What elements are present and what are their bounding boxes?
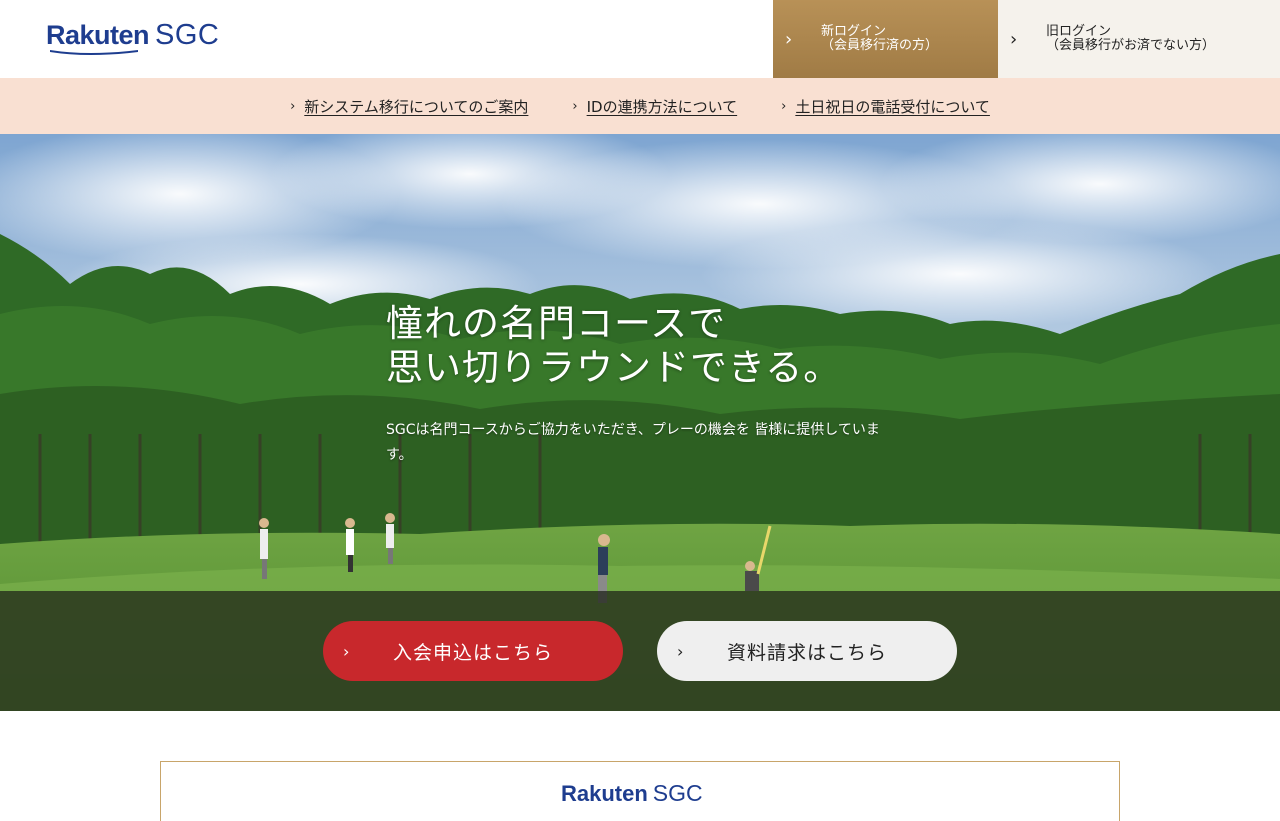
rakuten-sgc-logo[interactable]: Rakuten SGC	[46, 19, 220, 55]
join-application-button[interactable]: › 入会申込はこちら	[323, 621, 623, 681]
new-login-button[interactable]: › 新ログイン （会員移行済の方）	[773, 0, 998, 78]
intro-card: Rakuten SGC	[160, 761, 1120, 821]
notice-link-label: 土日祝日の電話受付について	[795, 97, 990, 116]
notice-link-label: IDの連携方法について	[586, 97, 738, 116]
notice-link-label: 新システム移行についてのご案内	[304, 97, 529, 116]
hero-subtitle: SGCは名門コースからご協力をいただき、プレーの機会を 皆様に提供しています。	[386, 422, 880, 463]
card-logo-rakuten: Rakuten	[561, 781, 648, 806]
card-logo-sgc: SGC	[652, 780, 703, 806]
chevron-right-icon: ›	[781, 98, 787, 114]
logo-swoosh-icon	[50, 50, 138, 55]
card-logo: Rakuten SGC	[561, 780, 703, 807]
notice-link-weekend-phone[interactable]: › 土日祝日の電話受付について	[781, 96, 990, 117]
chevron-right-icon: ›	[343, 641, 351, 661]
document-request-button[interactable]: › 資料請求はこちら	[657, 621, 957, 681]
cta-band	[0, 591, 1280, 711]
chevron-right-icon: ›	[785, 28, 793, 50]
new-login-sublabel: （会員移行済の方）	[821, 38, 939, 53]
join-application-label: 入会申込はこちら	[392, 641, 553, 664]
notice-bar: › 新システム移行についてのご案内 › IDの連携方法について › 土日祝日の電…	[0, 78, 1280, 134]
old-login-button[interactable]: › 旧ログイン （会員移行がお済でない方）	[998, 0, 1280, 78]
old-login-sublabel: （会員移行がお済でない方）	[1046, 38, 1216, 53]
document-request-label: 資料請求はこちら	[726, 641, 887, 664]
new-login-label: 新ログイン	[821, 24, 887, 39]
chevron-right-icon: ›	[1010, 28, 1018, 50]
notice-link-new-system[interactable]: › 新システム移行についてのご案内	[290, 96, 528, 117]
notice-link-id-linking[interactable]: › IDの連携方法について	[572, 96, 737, 117]
hero-section: 憧れの名門コースで 思い切りラウンドできる。 SGCは名門コースからご協力をいた…	[0, 134, 1280, 711]
chevron-right-icon: ›	[572, 98, 578, 114]
chevron-right-icon: ›	[290, 98, 296, 114]
hero-headline-line2: 思い切りラウンドできる。	[386, 346, 842, 389]
old-login-label: 旧ログイン	[1046, 24, 1112, 39]
chevron-right-icon: ›	[677, 641, 685, 661]
logo-sgc-text: SGC	[155, 19, 220, 51]
hero-headline-line1: 憧れの名門コースで	[386, 302, 727, 345]
hero-headline: 憧れの名門コースで 思い切りラウンドできる。	[386, 302, 841, 390]
site-header: Rakuten SGC › 新ログイン （会員移行済の方） › 旧ログイン （会…	[0, 0, 1280, 78]
